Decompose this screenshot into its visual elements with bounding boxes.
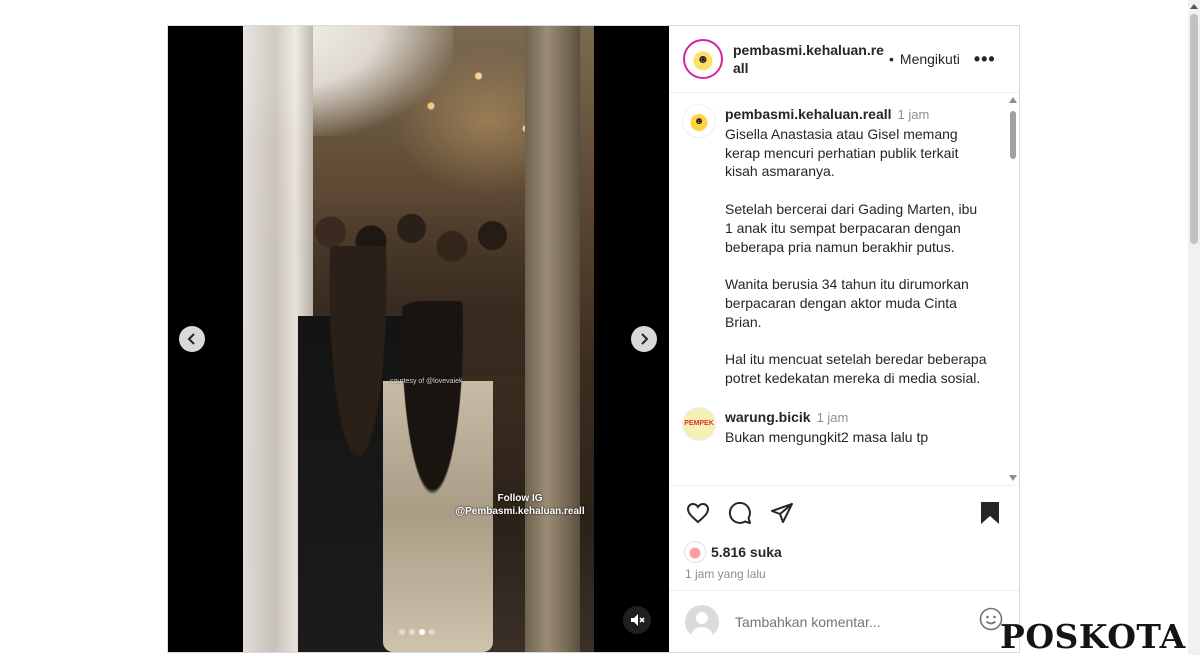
comment-input[interactable] [733,612,957,631]
more-options-icon[interactable]: ••• [974,49,996,70]
scroll-up-arrow[interactable] [1009,97,1017,103]
post-side-panel: ☻ pembasmi.kehaluan.reall • Mengikuti ••… [669,26,1019,652]
comment-item: PEMPEK warung.bicik 1 jam Bukan mengungki… [669,388,1019,447]
bookmark-filled-icon [981,502,999,524]
header-separator: • [889,51,894,67]
current-user-avatar [685,604,719,639]
watermark-handle: @Pembasmi.kehaluan.reall [455,506,585,517]
next-slide-button[interactable] [631,326,657,352]
author-avatar[interactable]: ☻ [683,39,723,79]
comments-scrollbar[interactable] [1009,95,1017,483]
page-scrollbar[interactable] [1188,0,1200,655]
likes-row: 5.816 suka [669,540,1019,564]
action-bar [669,486,1019,540]
comment-bubble-icon [728,501,751,524]
chevron-left-icon [187,333,195,345]
comment-username[interactable]: warung.bicik [725,409,811,425]
carousel-dot [399,629,405,635]
like-button[interactable] [685,500,711,526]
video-figure-woman [383,301,493,652]
post-header: ☻ pembasmi.kehaluan.reall • Mengikuti ••… [669,26,1019,93]
caption-time[interactable]: 1 jam [898,107,930,122]
caption: ☻ pembasmi.kehaluan.reall 1 jam Gisella A… [669,93,1019,388]
comment-time[interactable]: 1 jam [817,410,849,425]
liker-avatar[interactable] [685,542,705,562]
chevron-right-icon [641,333,649,345]
add-comment-bar [669,590,1019,652]
previous-slide-button[interactable] [179,326,205,352]
author-username[interactable]: pembasmi.kehaluan.reall [733,41,885,77]
post-dialog: courtesy of @lovevaiek Follow IG @Pembas… [167,25,1020,653]
likes-count[interactable]: 5.816 suka [711,544,782,560]
watermark-follow: Follow IG @Pembasmi.kehaluan.reall [430,492,610,518]
video-frame[interactable] [243,26,594,652]
comment-text: Bukan mengungkit2 masa lalu tp [725,428,929,445]
smiley-icon: ☻ [693,115,705,127]
comments-panel[interactable]: ☻ pembasmi.kehaluan.reall 1 jam Gisella A… [669,93,1019,486]
scroll-down-arrow[interactable] [1009,475,1017,481]
page-scroll-up-arrow[interactable] [1190,4,1198,9]
scroll-thumb[interactable] [1010,111,1016,159]
carousel-dot [429,629,435,635]
comment-body: warung.bicik 1 jam Bukan mengungkit2 masa… [725,408,987,447]
caption-body: pembasmi.kehaluan.reall 1 jam Gisella Ana… [725,105,987,388]
post-timestamp[interactable]: 1 jam yang lalu [669,564,1019,584]
carousel-dot-active [419,629,425,635]
following-button[interactable]: Mengikuti [900,51,960,67]
mute-button[interactable] [623,606,651,634]
commenter-avatar[interactable]: PEMPEK [683,407,715,440]
watermark-courtesy: courtesy of @lovevaiek [390,378,463,385]
share-button[interactable] [769,500,795,526]
caption-text: Gisella Anastasia atau Gisel memang kera… [725,125,987,387]
page-scroll-thumb[interactable] [1190,14,1198,244]
carousel-dots [399,629,435,635]
watermark-follow-label: Follow IG [497,493,543,504]
speaker-muted-icon [631,614,645,626]
poskota-logo: POSKOTA [1000,617,1186,656]
heart-icon [686,502,710,524]
commenter-avatar-text: PEMPEK [684,420,714,428]
caption-username[interactable]: pembasmi.kehaluan.reall [725,106,892,122]
caption-avatar[interactable]: ☻ [683,105,715,137]
media-viewer[interactable]: courtesy of @lovevaiek Follow IG @Pembas… [168,26,669,652]
carousel-dot [409,629,415,635]
save-button[interactable] [977,500,1003,526]
comment-button[interactable] [727,500,753,526]
smiley-icon: ☻ [696,52,710,66]
video-tree [525,26,580,652]
paper-plane-icon [771,503,793,523]
